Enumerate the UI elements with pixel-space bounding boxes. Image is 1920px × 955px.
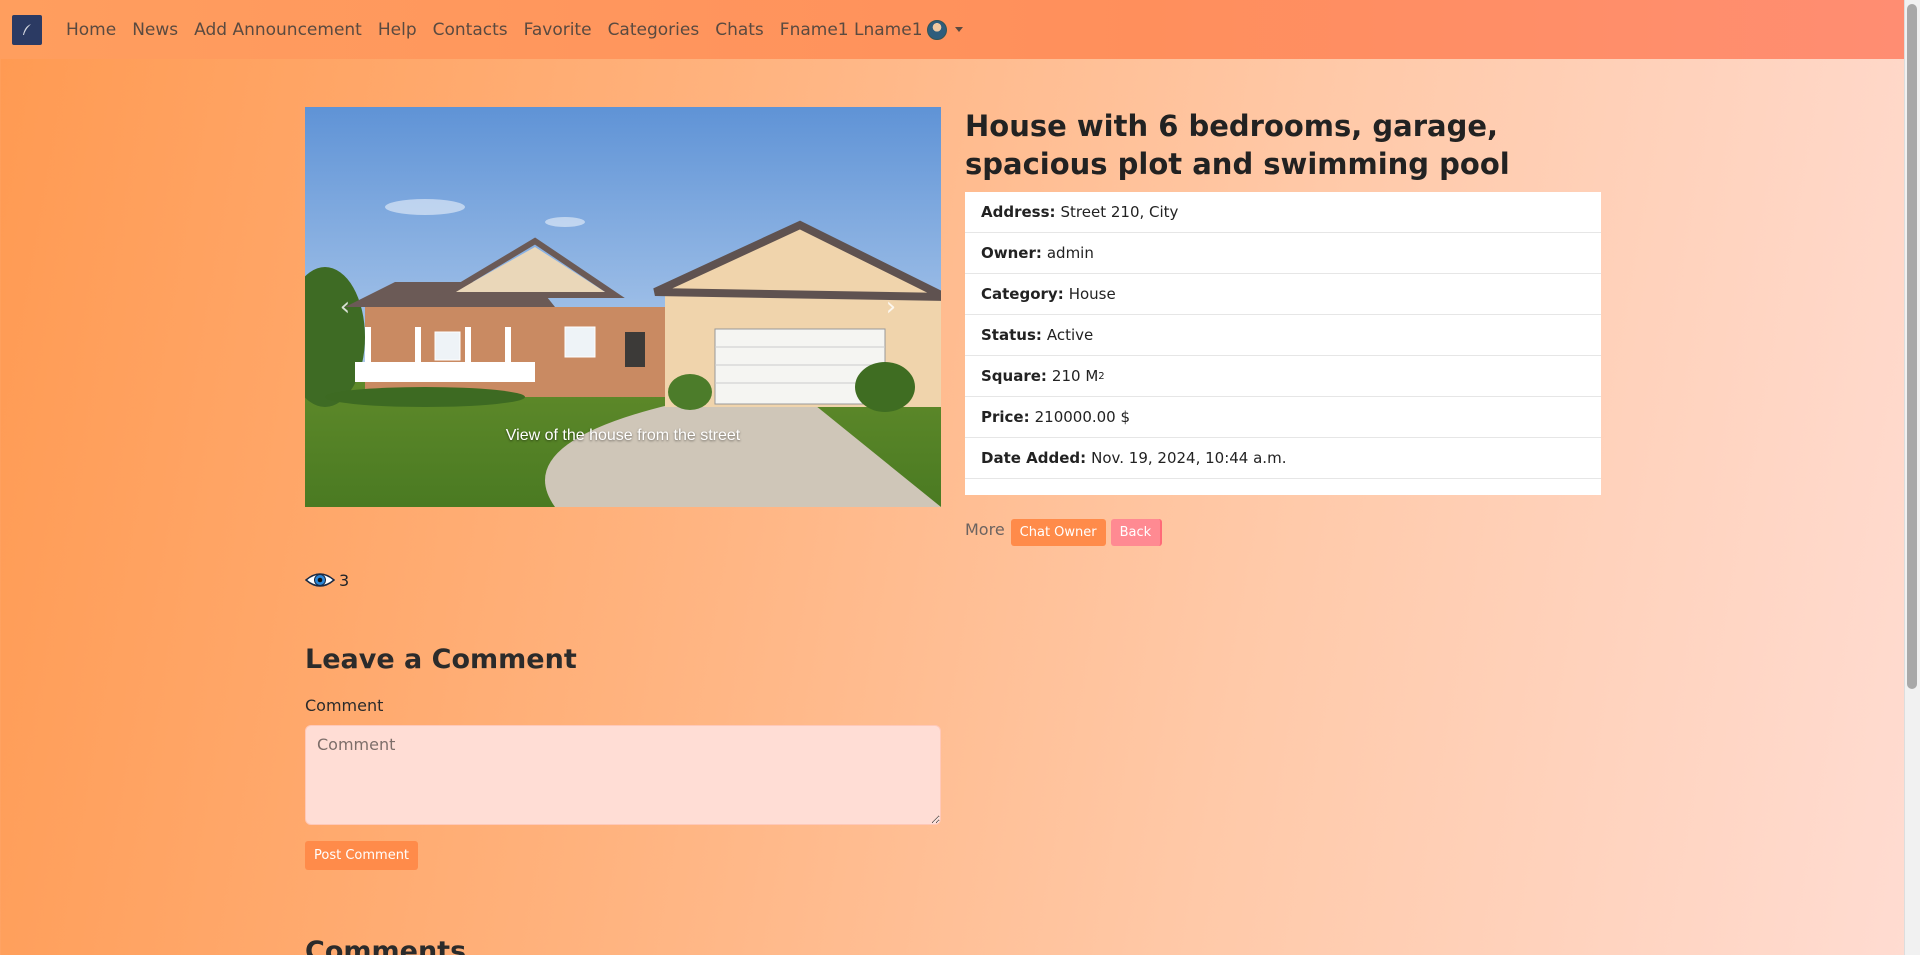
nav-help[interactable]: Help bbox=[378, 20, 417, 40]
detail-value: 210 M bbox=[1051, 367, 1099, 385]
image-carousel: ‹ › View of the house from the street bbox=[305, 107, 941, 507]
detail-label: Status: bbox=[981, 326, 1042, 344]
listing-actions: More Chat Owner Back bbox=[965, 519, 1163, 546]
feather-logo-icon bbox=[23, 23, 31, 35]
more-label: More bbox=[965, 520, 1005, 539]
detail-value: Active bbox=[1046, 326, 1094, 344]
chat-owner-button[interactable]: Chat Owner bbox=[1010, 519, 1106, 546]
listing-details: Address: Street 210, City Owner: admin C… bbox=[965, 192, 1601, 495]
nav-chats[interactable]: Chats bbox=[715, 20, 764, 40]
detail-label: Category: bbox=[981, 285, 1064, 303]
detail-category: Category: House bbox=[965, 274, 1601, 315]
eye-icon bbox=[305, 573, 335, 587]
avatar bbox=[926, 19, 947, 40]
detail-label: Price: bbox=[981, 408, 1030, 426]
detail-address: Address: Street 210, City bbox=[965, 192, 1601, 233]
house-photo bbox=[305, 107, 941, 507]
detail-value: Street 210, City bbox=[1060, 203, 1179, 221]
scrollbar-thumb[interactable] bbox=[1907, 4, 1917, 689]
navbar: Home News Add Announcement Help Contacts… bbox=[0, 0, 1904, 59]
post-comment-button[interactable]: Post Comment bbox=[305, 841, 419, 870]
nav-favorite[interactable]: Favorite bbox=[524, 20, 592, 40]
user-name: Fname1 Lname1 bbox=[779, 19, 923, 40]
carousel-prev-button[interactable]: ‹ bbox=[325, 292, 365, 322]
detail-label: Date Added: bbox=[981, 449, 1087, 467]
detail-label: Square: bbox=[981, 367, 1047, 385]
detail-label: Owner: bbox=[981, 244, 1042, 262]
comment-input[interactable] bbox=[305, 725, 941, 825]
detail-owner: Owner: admin bbox=[965, 233, 1601, 274]
view-counter: 3 bbox=[305, 570, 349, 590]
nav-contacts[interactable]: Contacts bbox=[433, 20, 508, 40]
nav-categories[interactable]: Categories bbox=[608, 20, 700, 40]
carousel-caption: View of the house from the street bbox=[505, 427, 741, 444]
detail-value: House bbox=[1068, 285, 1116, 303]
listing-title: House with 6 bedrooms, garage, spacious … bbox=[965, 109, 1510, 181]
detail-value: Nov. 19, 2024, 10:44 a.m. bbox=[1091, 449, 1287, 467]
detail-value: 210000.00 $ bbox=[1034, 408, 1131, 426]
detail-price: Price: 210000.00 $ bbox=[965, 397, 1601, 438]
detail-label: Address: bbox=[981, 203, 1056, 221]
leave-comment-heading: Leave a Comment bbox=[305, 644, 577, 675]
detail-value: admin bbox=[1046, 244, 1094, 262]
comments-heading: Comments bbox=[305, 936, 467, 955]
carousel-next-button[interactable]: › bbox=[871, 292, 911, 322]
detail-unit-superscript: 2 bbox=[1098, 370, 1105, 382]
detail-date-added: Date Added: Nov. 19, 2024, 10:44 a.m. bbox=[965, 438, 1601, 479]
page-scrollbar[interactable] bbox=[1904, 0, 1920, 955]
view-count: 3 bbox=[339, 570, 350, 590]
nav-add-announcement[interactable]: Add Announcement bbox=[194, 20, 362, 40]
comment-label: Comment bbox=[305, 696, 384, 715]
user-menu-dropdown[interactable]: Fname1 Lname1 bbox=[779, 19, 963, 40]
brand-logo[interactable] bbox=[12, 14, 42, 45]
detail-status: Status: Active bbox=[965, 315, 1601, 356]
detail-square: Square: 210 M2 bbox=[965, 356, 1601, 397]
back-button[interactable]: Back bbox=[1110, 519, 1163, 546]
chevron-down-icon bbox=[954, 27, 963, 32]
nav-home[interactable]: Home bbox=[66, 20, 116, 40]
nav-news[interactable]: News bbox=[132, 20, 178, 40]
